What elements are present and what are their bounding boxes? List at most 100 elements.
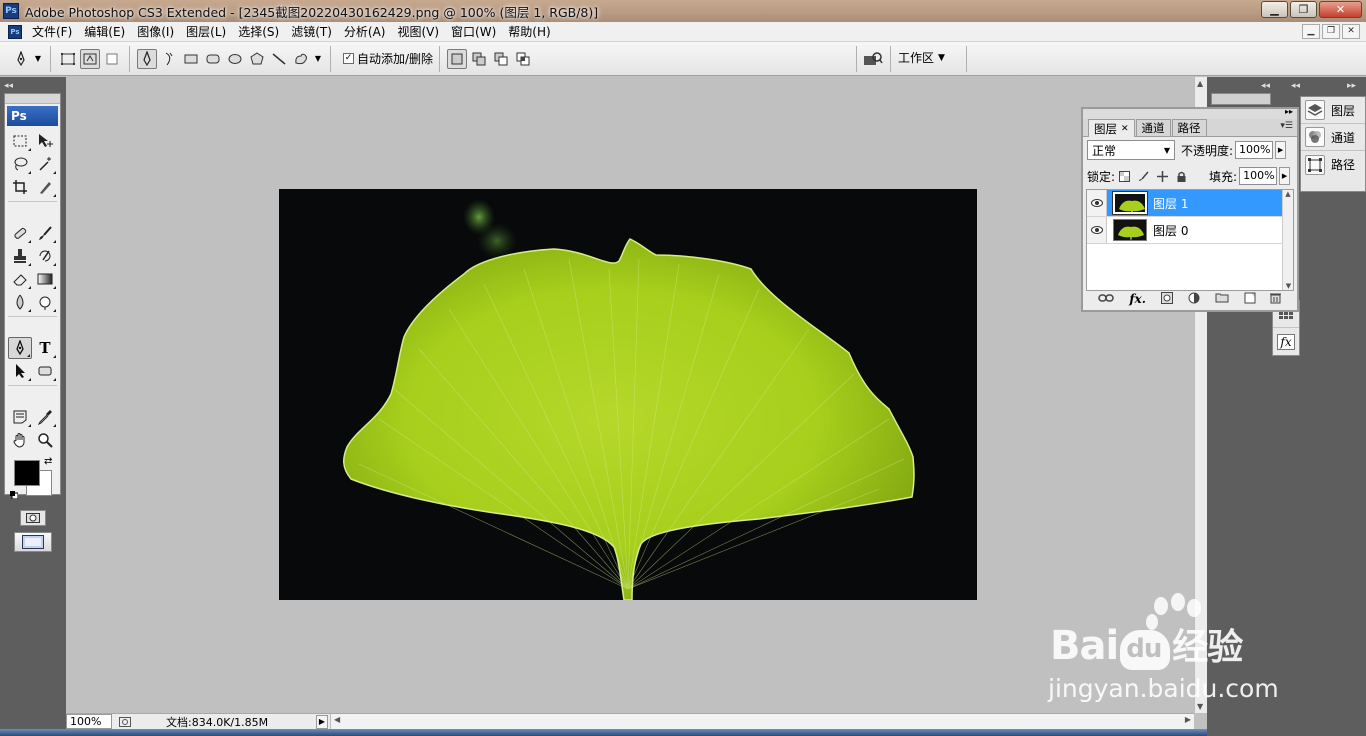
polygon-shape-icon[interactable] [247,49,267,69]
move-tool-icon[interactable] [33,130,57,152]
pen-tool-preset-icon[interactable] [11,49,31,69]
scroll-left-icon[interactable]: ◀ [334,715,340,724]
gradient-tool-icon[interactable] [33,268,57,290]
foreground-color-swatch[interactable] [14,460,40,486]
zoom-field[interactable]: 100% [66,714,112,729]
custom-shape-icon[interactable] [291,49,311,69]
new-group-folder-icon[interactable] [1215,292,1229,306]
minimize-button[interactable]: ▁ [1261,1,1288,18]
lock-position-icon[interactable] [1156,170,1169,183]
expand-dock-icon[interactable]: ▸▸ [1347,81,1356,91]
rectangle-tool-icon[interactable] [33,360,57,382]
dock-paths[interactable]: 路径 [1301,151,1365,178]
styles-fx-icon[interactable]: fx [1273,328,1299,355]
pen-tool-icon[interactable] [8,337,32,359]
paths-mode-icon[interactable] [80,48,100,69]
slice-tool-icon[interactable] [33,176,57,198]
lock-all-icon[interactable] [1175,170,1188,183]
menu-view[interactable]: 视图(V) [391,23,445,40]
layers-panel-titlebar[interactable]: ▸▸ [1083,107,1297,119]
menu-edit[interactable]: 编辑(E) [78,23,131,40]
intersect-path-area-icon[interactable] [513,49,533,69]
path-selection-tool-icon[interactable] [8,360,32,382]
close-button[interactable]: ✕ [1319,1,1362,18]
fill-field[interactable]: 100% [1239,167,1278,185]
document-image[interactable] [279,189,977,600]
opacity-field[interactable]: 100% [1235,141,1274,159]
menu-file[interactable]: 文件(F) [26,23,78,40]
blur-tool-icon[interactable] [8,291,32,313]
tab-paths[interactable]: 路径 [1171,119,1207,136]
layer-style-fx-icon[interactable]: fx. [1129,292,1146,306]
menu-filter[interactable]: 滤镜(T) [285,23,338,40]
auto-add-delete-checkbox[interactable]: ✓ 自动添加/删除 [343,50,433,67]
collapse-dock-icon[interactable]: ◂◂ [1291,81,1300,91]
add-path-area-icon[interactable] [469,49,489,69]
hand-tool-icon[interactable] [8,429,32,451]
magic-wand-tool-icon[interactable] [33,153,57,175]
default-colors-icon[interactable] [10,488,19,500]
workspace-menu[interactable]: 工作区 ▼ [898,49,945,66]
layers-scrollbar[interactable]: ▲ ▼ [1282,190,1293,290]
crop-tool-icon[interactable] [8,176,32,198]
scroll-right-icon[interactable]: ▶ [1185,715,1191,724]
menu-layer[interactable]: 图层(L) [180,23,232,40]
layer-row[interactable]: 图层 1 [1087,190,1293,217]
add-mask-icon[interactable] [1160,291,1173,307]
marquee-tool-icon[interactable] [8,130,32,152]
subtract-path-area-icon[interactable] [491,49,511,69]
visibility-eye-icon[interactable] [1087,217,1107,243]
clone-stamp-tool-icon[interactable] [8,245,32,267]
line-shape-icon[interactable] [269,49,289,69]
swap-colors-icon[interactable]: ⇄ [44,456,52,467]
collapse-panels-icon[interactable]: ◂◂ [1261,81,1270,91]
lasso-tool-icon[interactable] [8,153,32,175]
freeform-pen-icon[interactable] [159,49,179,69]
pen-tool-icon[interactable] [137,48,157,69]
layer-row[interactable]: 图层 0 [1087,217,1293,244]
brush-tool-icon[interactable] [33,222,57,244]
notes-tool-icon[interactable] [8,406,32,428]
new-path-area-icon[interactable] [447,48,468,69]
scroll-down-icon[interactable]: ▼ [1197,702,1203,711]
lock-image-pixels-icon[interactable] [1137,170,1150,183]
toolbox-grip[interactable] [5,94,60,104]
menu-help[interactable]: 帮助(H) [502,23,556,40]
new-layer-icon[interactable] [1244,292,1256,307]
menu-analysis[interactable]: 分析(A) [338,23,392,40]
dock-layers[interactable]: 图层 [1301,97,1365,124]
panel-collapse-icon[interactable]: ▸▸ [1285,107,1293,116]
delete-layer-trash-icon[interactable] [1270,292,1282,307]
quick-mask-button[interactable] [19,510,46,526]
eraser-tool-icon[interactable] [8,268,32,290]
fill-slider-arrow-icon[interactable]: ▶ [1279,167,1291,185]
screen-mode-button[interactable] [13,532,52,552]
type-tool-icon[interactable]: T [33,337,57,359]
shape-layers-icon[interactable] [58,49,78,69]
maximize-button[interactable]: ❐ [1290,1,1317,18]
tab-layers[interactable]: 图层 ✕ [1088,119,1135,137]
history-brush-tool-icon[interactable] [33,245,57,267]
collapsed-panel-bar[interactable] [1211,93,1271,105]
status-menu-arrow-icon[interactable]: ▶ [316,714,328,729]
collapse-arrows-icon[interactable]: ◂◂ [4,81,13,91]
rounded-rectangle-shape-icon[interactable] [203,49,223,69]
rectangle-shape-icon[interactable] [181,49,201,69]
doc-minimize-button[interactable]: ▁ [1302,24,1320,39]
preset-dropdown-icon[interactable]: ▼ [33,49,43,69]
custom-shape-dropdown-icon[interactable]: ▼ [313,49,323,69]
status-preview-icon[interactable] [118,716,132,728]
visibility-eye-icon[interactable] [1087,190,1107,216]
zoom-tool-icon[interactable] [33,429,57,451]
file-browser-icon[interactable] [863,49,883,69]
adjustment-layer-icon[interactable] [1188,292,1200,307]
ellipse-shape-icon[interactable] [225,49,245,69]
horizontal-scrollbar[interactable]: ◀ ▶ [330,714,1194,729]
tab-close-icon[interactable]: ✕ [1121,124,1129,134]
menu-select[interactable]: 选择(S) [232,23,285,40]
dock-channels[interactable]: 通道 [1301,124,1365,151]
panel-menu-icon[interactable]: ▾☰ [1280,121,1293,131]
link-layers-icon[interactable] [1098,292,1115,306]
blend-mode-dropdown[interactable]: 正常 ▼ [1087,140,1175,160]
eyedropper-tool-icon[interactable] [33,406,57,428]
